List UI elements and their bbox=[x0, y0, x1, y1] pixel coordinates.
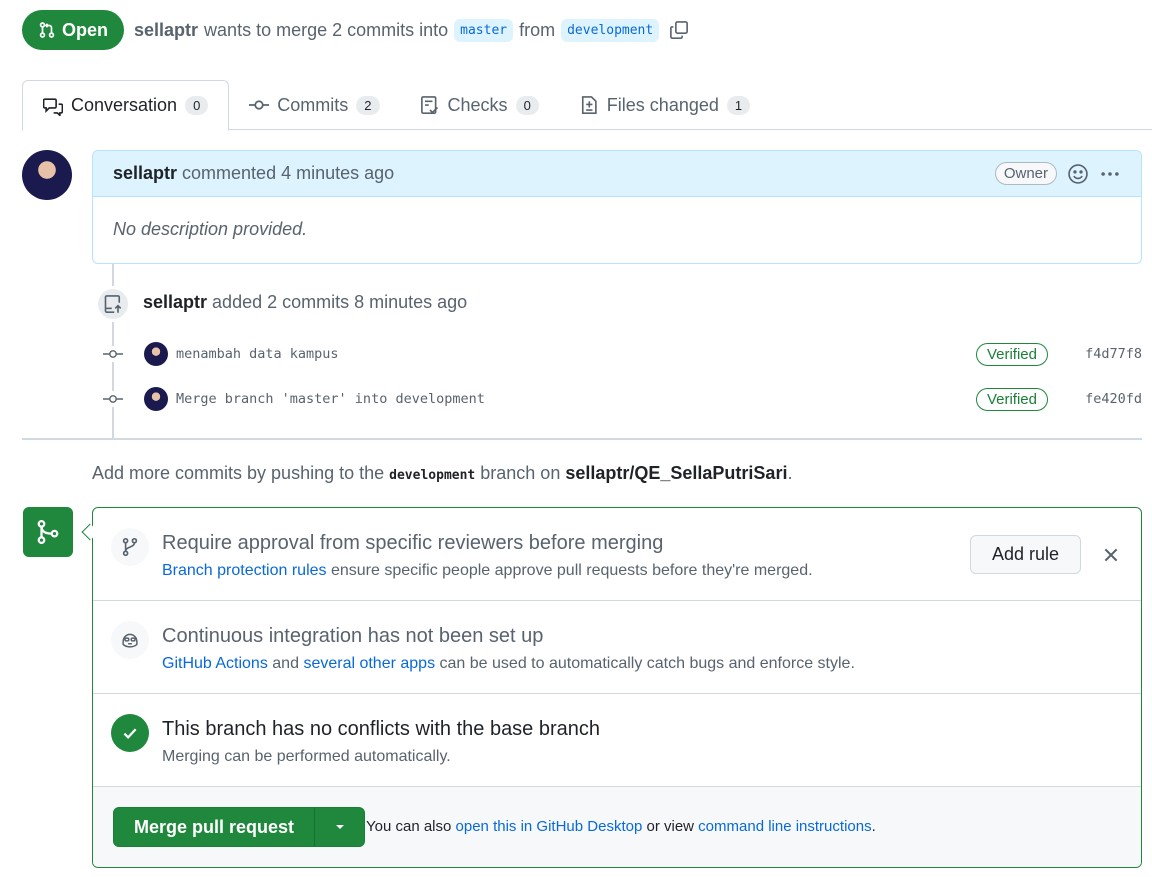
close-icon[interactable] bbox=[1101, 545, 1121, 565]
copy-icon[interactable] bbox=[669, 20, 689, 40]
rules-rest: ensure specific people approve pull requ… bbox=[330, 562, 813, 579]
timeline-divider bbox=[22, 438, 1142, 440]
merge-method-dropdown[interactable] bbox=[314, 808, 364, 846]
ci-and: and bbox=[272, 655, 299, 672]
ci-rest: can be used to automatically catch bugs … bbox=[439, 655, 855, 672]
merge-box: Require approval from specific reviewers… bbox=[92, 507, 1142, 868]
footer-middle: or view bbox=[646, 818, 694, 835]
tab-label: Commits bbox=[277, 94, 349, 115]
pr-meta: sellaptr wants to merge 2 commits into m… bbox=[134, 18, 689, 42]
verified-badge[interactable]: Verified bbox=[975, 342, 1048, 366]
command-line-instructions-link[interactable]: command line instructions bbox=[698, 818, 871, 835]
push-hint-branch: development bbox=[389, 468, 476, 483]
pr-meta-text: wants to merge 2 commits into bbox=[204, 19, 449, 40]
base-branch-tag[interactable]: master bbox=[454, 18, 514, 42]
merge-alternatives: You can also open this in GitHub Desktop… bbox=[366, 818, 876, 835]
footer-prefix: You can also bbox=[366, 818, 452, 835]
commit-sha-link[interactable]: fe420fd bbox=[1082, 391, 1142, 407]
state-badge: Open bbox=[22, 10, 125, 50]
tab-label: Checks bbox=[447, 94, 508, 115]
kebab-horizontal-icon[interactable] bbox=[1099, 163, 1121, 185]
tab-commits[interactable]: Commits 2 bbox=[229, 80, 399, 130]
repo-push-icon bbox=[104, 295, 122, 313]
copilot-icon bbox=[122, 633, 138, 648]
push-hint-middle: branch on bbox=[480, 463, 561, 483]
git-pull-request-icon bbox=[39, 22, 55, 38]
other-apps-link[interactable]: several other apps bbox=[303, 655, 435, 672]
github-desktop-link[interactable]: open this in GitHub Desktop bbox=[456, 818, 643, 835]
tab-counter: 0 bbox=[515, 95, 539, 115]
commit-message-link[interactable]: menambah data kampus bbox=[176, 346, 976, 362]
head-branch-tag[interactable]: development bbox=[561, 18, 660, 42]
git-merge-icon-wrap bbox=[23, 507, 73, 557]
commits-event: sellaptr added 2 commits 8 minutes ago bbox=[143, 292, 467, 313]
copilot-icon-wrap bbox=[111, 621, 149, 659]
tab-conversation[interactable]: Conversation 0 bbox=[22, 80, 230, 131]
tab-counter: 2 bbox=[356, 95, 380, 115]
comment-timestamp[interactable]: commented 4 minutes ago bbox=[182, 163, 394, 184]
comment-body: No description provided. bbox=[113, 219, 308, 239]
event-action: added 2 commits 8 minutes ago bbox=[212, 292, 468, 312]
tab-checks[interactable]: Checks 0 bbox=[400, 80, 559, 130]
merge-button-group: Merge pull request bbox=[113, 807, 366, 847]
state-label: Open bbox=[62, 19, 109, 40]
git-merge-icon bbox=[37, 519, 59, 545]
commit-sha-link[interactable]: f4d77f8 bbox=[1082, 346, 1142, 362]
owner-badge: Owner bbox=[994, 162, 1057, 185]
rules-title: Require approval from specific reviewers… bbox=[162, 532, 664, 554]
merge-pull-request-button[interactable]: Merge pull request bbox=[114, 808, 314, 846]
commit-message-link[interactable]: Merge branch 'master' into development bbox=[176, 391, 976, 407]
checklist-icon bbox=[420, 96, 438, 114]
smiley-icon[interactable] bbox=[1067, 163, 1089, 185]
file-diff-icon bbox=[581, 96, 597, 114]
repo-push-icon-wrap bbox=[95, 286, 131, 322]
ci-subtitle: GitHub Actions and several other apps ca… bbox=[162, 655, 855, 673]
verified-badge[interactable]: Verified bbox=[975, 387, 1048, 411]
git-commit-icon bbox=[100, 346, 126, 362]
branch-rules-section: Require approval from specific reviewers… bbox=[93, 508, 1141, 601]
commit-row: Merge branch 'master' into development V… bbox=[100, 384, 1142, 414]
conflicts-section: This branch has no conflicts with the ba… bbox=[93, 694, 1141, 787]
triangle-down-icon bbox=[335, 825, 344, 829]
comment-header: sellaptr commented 4 minutes ago Owner bbox=[93, 151, 1141, 197]
pr-header: Open sellaptr wants to merge 2 commits i… bbox=[22, 10, 689, 50]
commit-avatar[interactable] bbox=[144, 342, 168, 366]
commit-avatar[interactable] bbox=[144, 387, 168, 411]
conflicts-subtitle: Merging can be performed automatically. bbox=[162, 748, 451, 765]
push-hint: Add more commits by pushing to the devel… bbox=[92, 463, 792, 484]
check-icon bbox=[123, 728, 137, 739]
avatar[interactable] bbox=[22, 150, 72, 200]
push-hint-prefix: Add more commits by pushing to the bbox=[92, 463, 385, 483]
ci-section: Continuous integration has not been set … bbox=[93, 601, 1141, 694]
tab-label: Conversation bbox=[71, 95, 178, 115]
commit-row: menambah data kampus Verified f4d77f8 bbox=[100, 339, 1142, 369]
comment-author-link[interactable]: sellaptr bbox=[113, 163, 177, 184]
pr-tabs: Conversation 0 Commits 2 Checks 0 Files … bbox=[22, 80, 1152, 131]
github-actions-link[interactable]: GitHub Actions bbox=[162, 655, 268, 672]
git-branch-icon bbox=[122, 537, 138, 557]
rules-subtitle: Branch protection rules ensure specific … bbox=[162, 562, 813, 580]
conflicts-title: This branch has no conflicts with the ba… bbox=[162, 718, 601, 740]
ci-title: Continuous integration has not been set … bbox=[162, 625, 544, 647]
git-branch-icon-wrap bbox=[111, 528, 149, 566]
pr-comment: sellaptr commented 4 minutes ago Owner N… bbox=[92, 150, 1142, 264]
git-commit-icon bbox=[249, 100, 270, 110]
merge-footer: Merge pull request You can also open thi… bbox=[93, 787, 1141, 867]
check-icon-wrap bbox=[111, 714, 149, 752]
git-commit-icon bbox=[100, 391, 126, 407]
event-author-link[interactable]: sellaptr bbox=[143, 292, 207, 312]
pr-author-link[interactable]: sellaptr bbox=[134, 20, 198, 41]
push-hint-suffix: . bbox=[787, 463, 793, 483]
add-rule-button[interactable]: Add rule bbox=[970, 535, 1081, 574]
tab-counter: 0 bbox=[185, 96, 209, 115]
pr-meta-from: from bbox=[519, 19, 556, 40]
tab-counter: 1 bbox=[726, 95, 751, 115]
repo-link[interactable]: sellaptr/QE_SellaPutriSari bbox=[565, 463, 787, 483]
tab-label: Files changed bbox=[606, 94, 719, 115]
branch-protection-link[interactable]: Branch protection rules bbox=[162, 562, 327, 579]
comment-discussion-icon bbox=[43, 97, 63, 116]
footer-suffix: . bbox=[871, 818, 876, 835]
tab-files-changed[interactable]: Files changed 1 bbox=[559, 80, 770, 130]
